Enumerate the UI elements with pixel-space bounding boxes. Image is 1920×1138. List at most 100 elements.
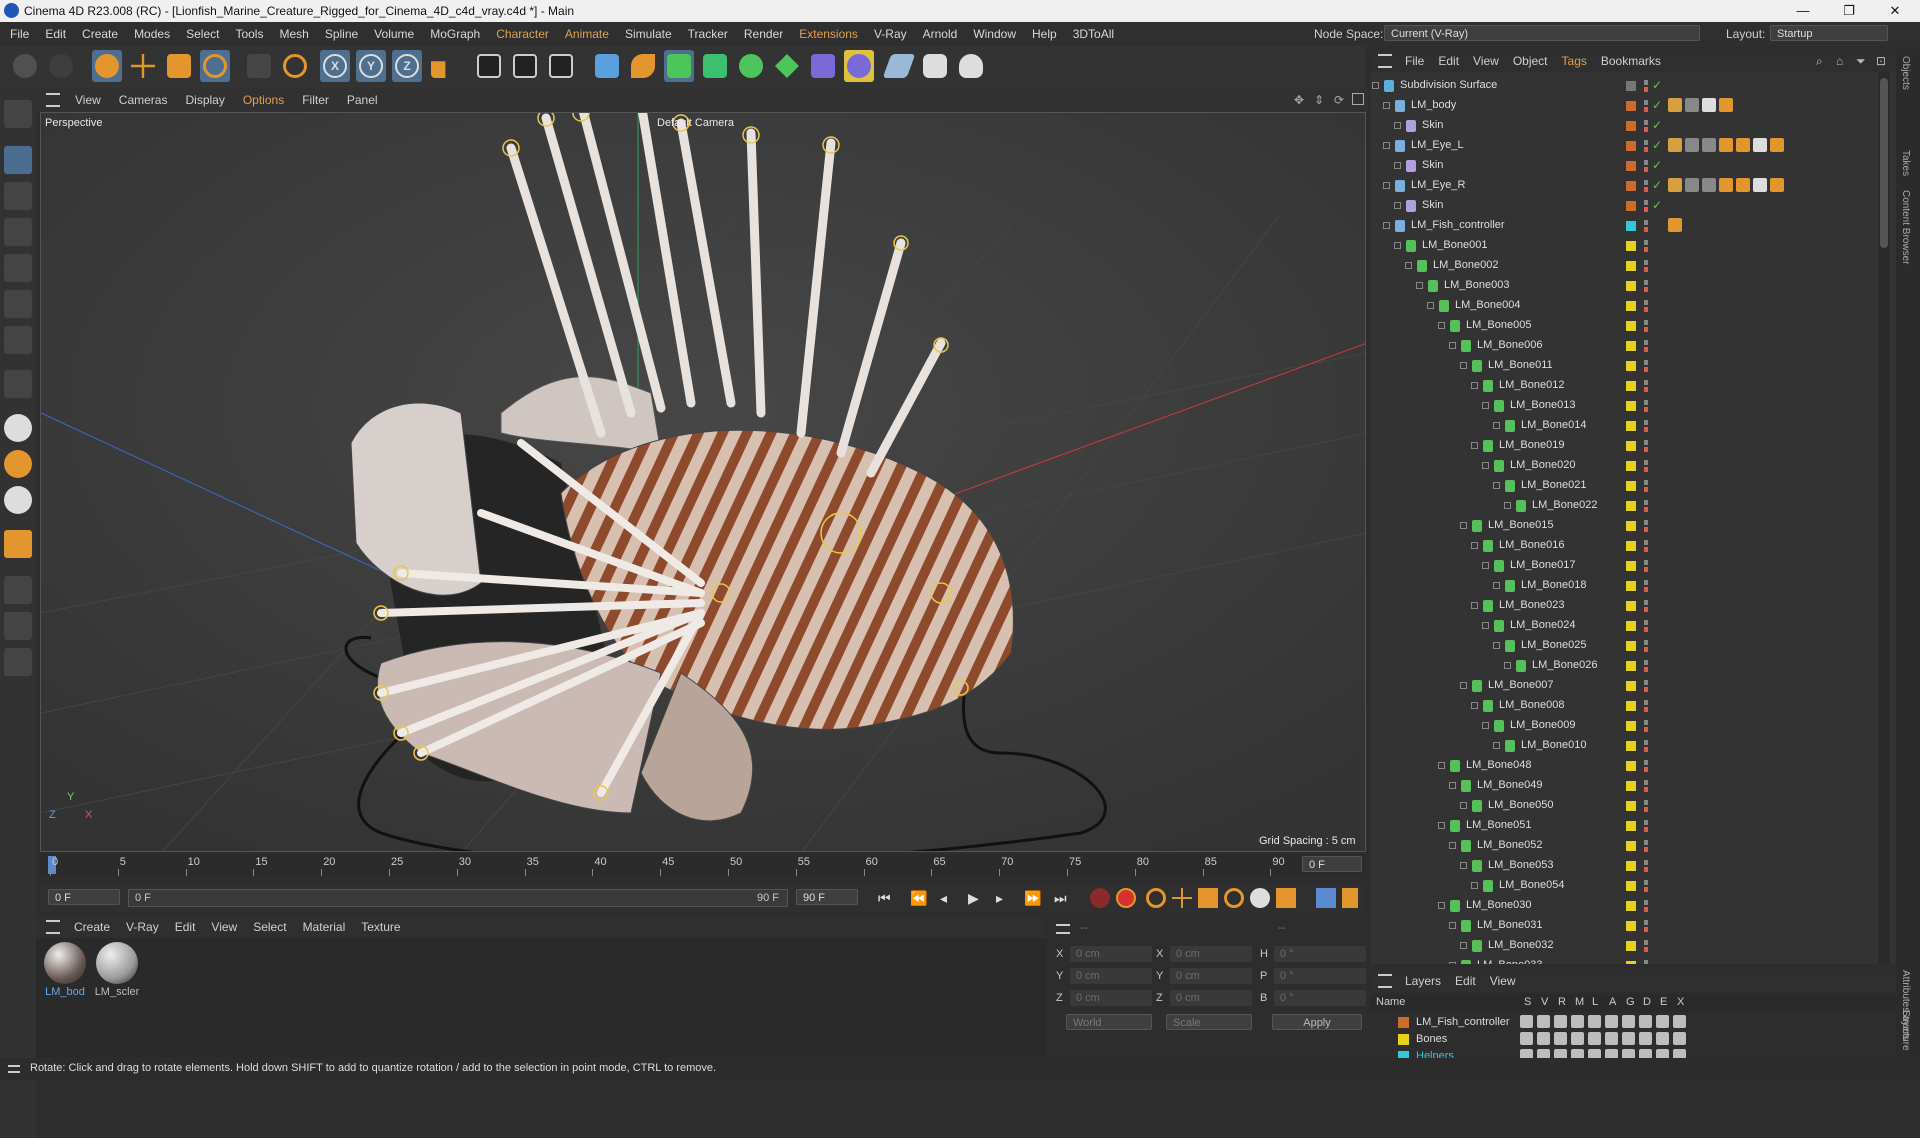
visibility-dots-icon[interactable] — [1644, 320, 1648, 332]
material-hamburger-icon[interactable] — [46, 920, 60, 934]
rotation-key-icon[interactable] — [1224, 888, 1244, 908]
layer-color-swatch[interactable] — [1626, 621, 1636, 631]
object-row[interactable]: LM_Bone010 — [1370, 736, 1896, 756]
layer-color-swatch[interactable] — [1626, 321, 1636, 331]
layer-color-swatch[interactable] — [1626, 421, 1636, 431]
tag-icon[interactable] — [1753, 138, 1767, 152]
tree-expander-icon[interactable] — [1482, 562, 1489, 569]
visibility-dots-icon[interactable] — [1644, 540, 1648, 552]
material-swatch[interactable]: LM_scler — [94, 942, 140, 1002]
layer-column-x[interactable]: X — [1677, 996, 1684, 1008]
position-x-field[interactable]: 0 cm — [1070, 946, 1152, 962]
tag-icon[interactable] — [1719, 178, 1733, 192]
tree-expander-icon[interactable] — [1493, 422, 1500, 429]
menu-3dtoall[interactable]: 3DToAll — [1065, 22, 1122, 46]
object-row[interactable]: LM_Bone030 — [1370, 896, 1896, 916]
layer-toggle-icon[interactable] — [1554, 1032, 1567, 1045]
tag-icon[interactable] — [1770, 138, 1784, 152]
layer-toggle-icon[interactable] — [1520, 1015, 1533, 1028]
layer-color-swatch[interactable] — [1626, 701, 1636, 711]
enabled-check-icon[interactable]: ✓ — [1652, 118, 1662, 132]
undo-button[interactable] — [10, 50, 40, 82]
close-button[interactable]: ✕ — [1872, 0, 1918, 22]
tree-expander-icon[interactable] — [1416, 282, 1423, 289]
layer-color-swatch[interactable] — [1626, 221, 1636, 231]
tree-expander-icon[interactable] — [1394, 162, 1401, 169]
tree-expander-icon[interactable] — [1394, 242, 1401, 249]
layer-toggle-icon[interactable] — [1554, 1015, 1567, 1028]
visibility-dots-icon[interactable] — [1644, 500, 1648, 512]
visibility-dots-icon[interactable] — [1644, 740, 1648, 752]
visibility-dots-icon[interactable] — [1644, 400, 1648, 412]
visibility-dots-icon[interactable] — [1644, 680, 1648, 692]
tree-expander-icon[interactable] — [1482, 402, 1489, 409]
visibility-dots-icon[interactable] — [1644, 660, 1648, 672]
tree-expander-icon[interactable] — [1383, 142, 1390, 149]
tag-icon[interactable] — [1719, 138, 1733, 152]
object-row[interactable]: LM_Bone033 — [1370, 956, 1896, 964]
object-row[interactable]: LM_Bone019 — [1370, 436, 1896, 456]
object-row[interactable]: LM_Bone018 — [1370, 576, 1896, 596]
make-editable-button[interactable] — [4, 100, 32, 128]
visibility-dots-icon[interactable] — [1644, 380, 1648, 392]
model-mode-button[interactable] — [4, 146, 32, 174]
object-row[interactable]: LM_body ✓ — [1370, 96, 1896, 116]
material-menu-edit[interactable]: Edit — [167, 916, 204, 938]
layer-color-swatch[interactable] — [1626, 161, 1636, 171]
layer-column-g[interactable]: G — [1626, 996, 1635, 1008]
menu-mograph[interactable]: MoGraph — [422, 22, 488, 46]
layer-color-swatch[interactable] — [1626, 681, 1636, 691]
menu-render[interactable]: Render — [736, 22, 791, 46]
visibility-dots-icon[interactable] — [1644, 600, 1648, 612]
object-row[interactable]: LM_Bone001 — [1370, 236, 1896, 256]
visibility-dots-icon[interactable] — [1644, 120, 1648, 132]
keyframe-selection-icon[interactable] — [1146, 888, 1166, 908]
menu-mesh[interactable]: Mesh — [271, 22, 316, 46]
layer-color-swatch[interactable] — [1626, 641, 1636, 651]
tag-icon[interactable] — [1702, 138, 1716, 152]
tree-expander-icon[interactable] — [1383, 222, 1390, 229]
field-button[interactable] — [844, 50, 874, 82]
side-tab-attributes[interactable]: Attributes — [1900, 970, 1911, 1012]
go-to-start-icon[interactable]: ⏮ — [878, 890, 891, 907]
tree-expander-icon[interactable] — [1460, 802, 1467, 809]
layer-color-swatch[interactable] — [1626, 81, 1636, 91]
tree-expander-icon[interactable] — [1460, 362, 1467, 369]
rotate-tool-button[interactable] — [200, 50, 230, 82]
layer-toggle-icon[interactable] — [1537, 1015, 1550, 1028]
layer-menu-edit[interactable]: Edit — [1448, 970, 1483, 992]
start-frame-field[interactable]: 0 F — [48, 889, 120, 905]
z-axis-button[interactable]: Z — [392, 50, 422, 82]
rotation-h-field[interactable]: 0 ° — [1274, 946, 1366, 962]
menu-simulate[interactable]: Simulate — [617, 22, 680, 46]
layer-column-d[interactable]: D — [1643, 996, 1651, 1008]
object-row[interactable]: LM_Bone005 — [1370, 316, 1896, 336]
object-row[interactable]: LM_Bone051 — [1370, 816, 1896, 836]
layer-row[interactable]: LM_Fish_controller — [1370, 1014, 1896, 1031]
menu-tracker[interactable]: Tracker — [680, 22, 736, 46]
viewport-menu-view[interactable]: View — [66, 88, 110, 112]
layer-column-a[interactable]: A — [1609, 996, 1616, 1008]
object-row[interactable]: LM_Bone016 — [1370, 536, 1896, 556]
object-home-icon[interactable]: ⌂ — [1836, 54, 1843, 68]
tree-expander-icon[interactable] — [1471, 442, 1478, 449]
viewport-zoom-icon[interactable]: ⇕ — [1314, 93, 1328, 107]
material-menu-texture[interactable]: Texture — [353, 916, 408, 938]
tree-expander-icon[interactable] — [1449, 342, 1456, 349]
recent-tool-button[interactable] — [244, 50, 274, 82]
apply-button[interactable]: Apply — [1272, 1014, 1362, 1030]
node-space-select[interactable]: Current (V-Ray) — [1384, 25, 1700, 41]
object-row[interactable]: LM_Bone006 — [1370, 336, 1896, 356]
live-selection-button[interactable] — [92, 50, 122, 82]
visibility-dots-icon[interactable] — [1644, 340, 1648, 352]
tag-icon[interactable] — [1702, 178, 1716, 192]
layer-column-r[interactable]: R — [1558, 996, 1566, 1008]
tree-expander-icon[interactable] — [1460, 522, 1467, 529]
layer-color-swatch[interactable] — [1626, 381, 1636, 391]
tag-icon[interactable] — [1685, 98, 1699, 112]
layer-column-m[interactable]: M — [1575, 996, 1584, 1008]
visibility-dots-icon[interactable] — [1644, 620, 1648, 632]
visibility-dots-icon[interactable] — [1644, 580, 1648, 592]
object-row[interactable]: LM_Bone011 — [1370, 356, 1896, 376]
scale-tool-button[interactable] — [164, 50, 194, 82]
